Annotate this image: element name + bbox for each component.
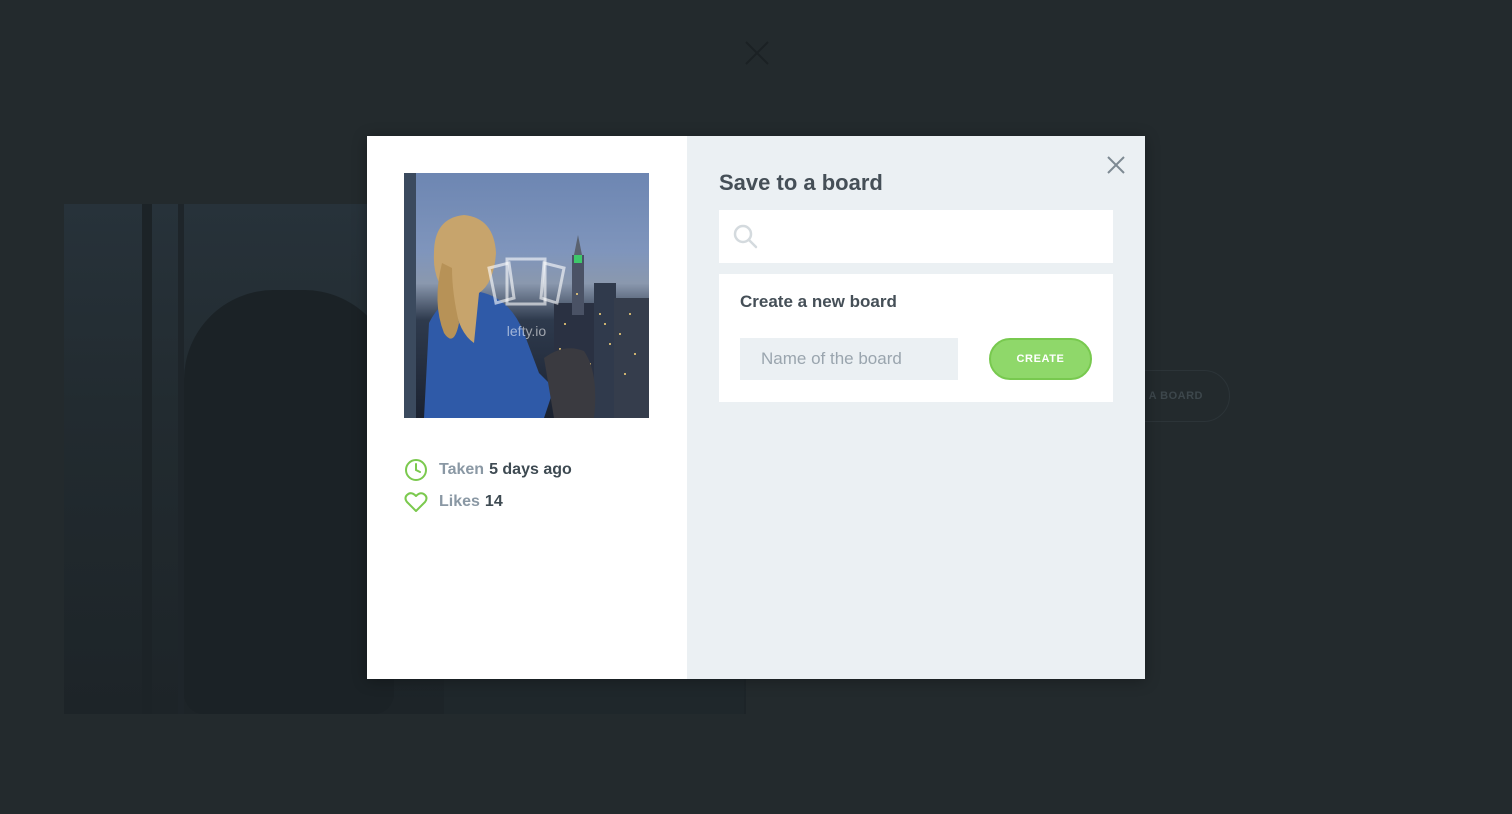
search-input[interactable] [767,210,1101,265]
board-name-input[interactable] [740,338,958,380]
likes-value: 14 [484,493,503,510]
close-icon[interactable] [1105,154,1127,176]
create-board-title: Create a new board [740,292,897,311]
board-search[interactable] [719,210,1113,265]
taken-row: Taken 5 days ago [404,454,572,486]
create-board-panel: Create a new board CREATE [719,274,1113,402]
photo-thumbnail[interactable]: lefty.io [404,173,649,418]
likes-row: Likes 14 [404,486,572,518]
watermark-text: lefty.io [506,323,547,339]
heart-icon [404,490,428,514]
likes-label: Likes [439,493,480,510]
clock-icon [404,458,428,482]
background-close-icon [744,40,770,66]
create-button[interactable]: CREATE [989,338,1092,380]
search-icon [733,224,759,250]
modal-title: Save to a board [719,170,883,195]
photo-details-panel: lefty.io Taken 5 days ago Likes 14 [367,136,687,679]
board-selection-panel: Save to a board Create a new board CREAT… [687,136,1145,679]
save-to-board-modal: lefty.io Taken 5 days ago Likes 14 Save … [367,136,1145,679]
taken-label: Taken [439,461,485,478]
taken-value: 5 days ago [489,461,572,478]
photo-meta: Taken 5 days ago Likes 14 [404,454,572,518]
